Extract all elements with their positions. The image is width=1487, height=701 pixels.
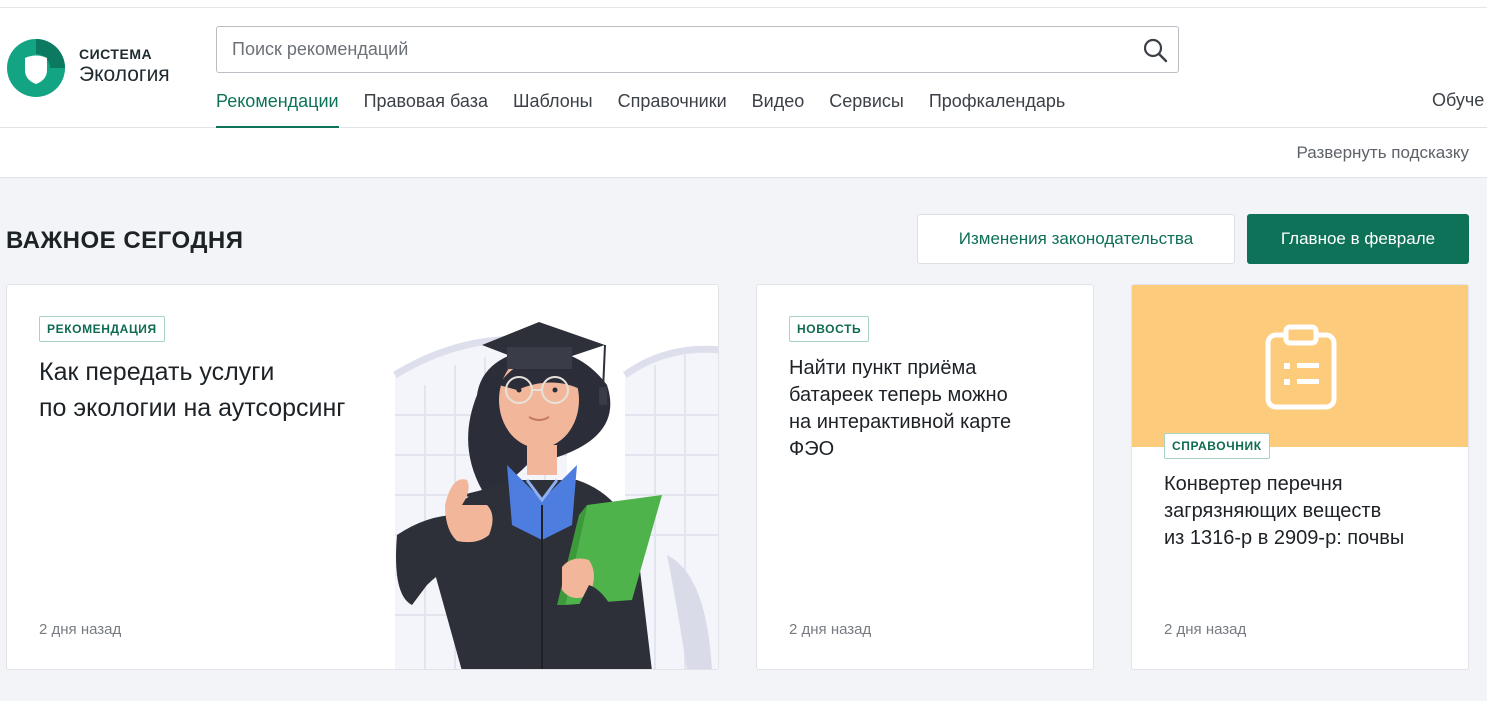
clipboard-icon <box>1265 324 1337 410</box>
card-title: Как передать услуги по экологии на аутсо… <box>39 354 345 426</box>
card-badge: СПРАВОЧНИК <box>1164 433 1270 459</box>
card-title-line: ФЭО <box>789 438 835 460</box>
legislation-changes-button[interactable]: Изменения законодательства <box>917 214 1235 264</box>
directory-card[interactable]: СПРАВОЧНИК Конвертер перечня загрязняющи… <box>1131 284 1469 670</box>
recommendation-card[interactable]: РЕКОМЕНДАЦИЯ Как передать услуги по экол… <box>6 284 719 670</box>
nav-item-legal-base[interactable]: Правовая база <box>364 90 488 128</box>
nav-item-templates[interactable]: Шаблоны <box>513 90 593 128</box>
main-nav: Рекомендации Правовая база Шаблоны Справ… <box>216 90 1090 128</box>
section-title: ВАЖНОЕ СЕГОДНЯ <box>6 227 244 254</box>
card-badge: РЕКОМЕНДАЦИЯ <box>39 316 165 342</box>
card-cover <box>1132 285 1468 447</box>
card-title-line: по экологии на аутсорсинг <box>39 394 346 422</box>
site-header: СИСТЕМА Экология Рекомендации Правовая б… <box>0 8 1487 128</box>
graduate-illustration <box>393 322 718 669</box>
logo-line2: Экология <box>79 63 170 86</box>
card-title-line: Как передать услуги <box>39 358 275 386</box>
nav-item-education[interactable]: Обуче <box>1432 90 1484 111</box>
card-title-line: Конвертер перечня <box>1164 473 1343 495</box>
card-date: 2 дня назад <box>39 621 122 638</box>
card-title: Найти пункт приёма батареек теперь можно… <box>789 355 1011 463</box>
nav-item-profcalendar[interactable]: Профкалендарь <box>929 90 1065 128</box>
nav-item-recommendations[interactable]: Рекомендации <box>216 90 339 128</box>
hint-bar: Развернуть подсказку <box>0 128 1487 178</box>
search-icon[interactable] <box>1142 37 1168 63</box>
card-date: 2 дня назад <box>1164 621 1247 638</box>
card-title-line: батареек теперь можно <box>789 384 1008 406</box>
main-in-february-button[interactable]: Главное в феврале <box>1247 214 1469 264</box>
top-strip <box>0 0 1487 8</box>
search-input[interactable] <box>232 27 1112 72</box>
search-box <box>216 26 1179 73</box>
logo-icon[interactable] <box>6 38 66 98</box>
card-badge: НОВОСТЬ <box>789 316 870 342</box>
card-date: 2 дня назад <box>789 621 872 638</box>
nav-item-video[interactable]: Видео <box>752 90 805 128</box>
news-card[interactable]: НОВОСТЬ Найти пункт приёма батареек тепе… <box>756 284 1094 670</box>
card-title-line: на интерактивной карте <box>789 411 1012 433</box>
card-title-line: Найти пункт приёма <box>789 357 977 379</box>
card-title-line: загрязняющих веществ <box>1164 500 1382 522</box>
card-title-line: из 1316-р в 2909-р: почвы <box>1164 527 1405 549</box>
expand-hint-link[interactable]: Развернуть подсказку <box>1296 143 1469 163</box>
logo-line1: СИСТЕМА <box>79 46 153 62</box>
nav-item-directories[interactable]: Справочники <box>618 90 727 128</box>
nav-item-services[interactable]: Сервисы <box>829 90 904 128</box>
card-title: Конвертер перечня загрязняющих веществ и… <box>1164 471 1404 552</box>
logo-text[interactable]: СИСТЕМА Экология <box>79 46 170 87</box>
